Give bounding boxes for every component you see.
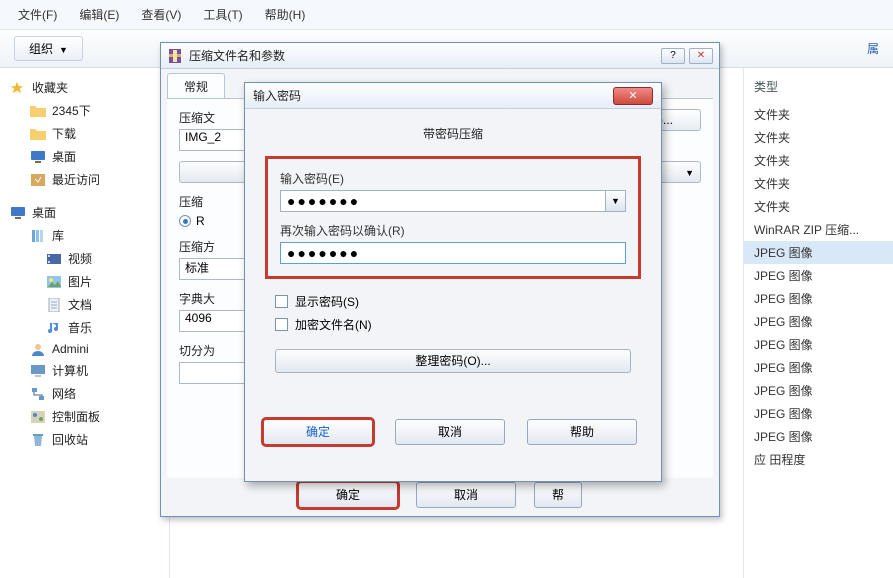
- organize-button[interactable]: 组织▼: [14, 36, 83, 61]
- desktop-icon: [30, 150, 46, 164]
- sidebar-item-desktop[interactable]: 桌面: [6, 145, 163, 168]
- type-cell[interactable]: 文件夹: [744, 149, 893, 172]
- folder-icon: [30, 104, 46, 118]
- network-icon: [30, 387, 46, 401]
- ok-button[interactable]: 确定: [298, 482, 398, 508]
- sidebar-item-recycle[interactable]: 回收站: [6, 428, 163, 451]
- type-cell[interactable]: 文件夹: [744, 172, 893, 195]
- menu-edit[interactable]: 编辑(E): [79, 6, 119, 23]
- type-cell[interactable]: JPEG 图像: [744, 310, 893, 333]
- encrypt-names-checkbox[interactable]: 加密文件名(N): [275, 316, 641, 333]
- dialog-title: 压缩文件名和参数: [189, 47, 655, 64]
- picture-icon: [46, 275, 62, 289]
- sidebar-item-videos[interactable]: 视频: [6, 247, 163, 270]
- type-cell[interactable]: 文件夹: [744, 195, 893, 218]
- cancel-button[interactable]: 取消: [395, 419, 505, 445]
- type-column-header[interactable]: 类型: [744, 74, 893, 103]
- checkbox-label: 加密文件名(N): [295, 316, 372, 333]
- folder-icon: [30, 127, 46, 141]
- user-icon: [30, 342, 46, 356]
- dialog-title: 输入密码: [253, 87, 613, 104]
- password-label: 输入密码(E): [280, 170, 626, 187]
- close-button[interactable]: ✕: [689, 48, 713, 64]
- password-dialog: 输入密码 ✕ 带密码压缩 输入密码(E) ●●●●●●● ▼ 再次输入密码以确认…: [244, 82, 662, 482]
- split-combo[interactable]: [179, 362, 251, 384]
- type-cell[interactable]: JPEG 图像: [744, 379, 893, 402]
- level-combo[interactable]: 标准: [179, 258, 251, 280]
- checkbox-icon: [275, 318, 288, 331]
- sidebar-item-pictures[interactable]: 图片: [6, 270, 163, 293]
- archive-name-input[interactable]: IMG_2: [179, 129, 249, 151]
- star-icon: [10, 81, 26, 95]
- help-button[interactable]: ?: [661, 48, 685, 64]
- type-cell[interactable]: 文件夹: [744, 103, 893, 126]
- details-type-column: 类型 文件夹文件夹文件夹文件夹文件夹WinRAR ZIP 压缩...JPEG 图…: [743, 68, 893, 578]
- sidebar-item-control[interactable]: 控制面板: [6, 405, 163, 428]
- menu-help[interactable]: 帮助(H): [265, 6, 306, 23]
- favorites-header[interactable]: 收藏夹: [6, 76, 163, 99]
- sidebar-item-downloads[interactable]: 下载: [6, 122, 163, 145]
- type-cell[interactable]: JPEG 图像: [744, 264, 893, 287]
- checkbox-icon: [275, 295, 288, 308]
- checkbox-label: 显示密码(S): [295, 293, 359, 310]
- document-icon: [46, 298, 62, 312]
- sidebar-item-computer[interactable]: 计算机: [6, 359, 163, 382]
- type-cell[interactable]: JPEG 图像: [744, 287, 893, 310]
- music-icon: [46, 321, 62, 335]
- sidebar-item-recent[interactable]: 最近访问: [6, 168, 163, 191]
- type-cell[interactable]: JPEG 图像: [744, 425, 893, 448]
- library-header[interactable]: 库: [6, 224, 163, 247]
- attributes-label: 属: [867, 40, 879, 57]
- confirm-password-label: 再次输入密码以确认(R): [280, 222, 626, 239]
- help-button[interactable]: 帮助: [527, 419, 637, 445]
- dialog-titlebar[interactable]: 压缩文件名和参数 ? ✕: [161, 43, 719, 69]
- menu-file[interactable]: 文件(F): [18, 6, 57, 23]
- sidebar-item-music[interactable]: 音乐: [6, 316, 163, 339]
- tab-general[interactable]: 常规: [167, 73, 225, 98]
- type-cell[interactable]: JPEG 图像: [744, 356, 893, 379]
- show-password-checkbox[interactable]: 显示密码(S): [275, 293, 641, 310]
- dict-combo[interactable]: 4096: [179, 310, 251, 332]
- menubar: 文件(F) 编辑(E) 查看(V) 工具(T) 帮助(H): [0, 0, 893, 30]
- confirm-password-input[interactable]: ●●●●●●●: [280, 242, 626, 264]
- sidebar-item-docs[interactable]: 文档: [6, 293, 163, 316]
- close-button[interactable]: ✕: [613, 87, 653, 105]
- winrar-icon: [167, 48, 183, 64]
- password-input[interactable]: ●●●●●●●: [280, 190, 606, 212]
- password-dropdown-button[interactable]: ▼: [606, 190, 626, 212]
- recycle-icon: [30, 433, 46, 447]
- password-highlight-box: 输入密码(E) ●●●●●●● ▼ 再次输入密码以确认(R) ●●●●●●●: [265, 156, 641, 279]
- recent-icon: [30, 173, 46, 187]
- help-button[interactable]: 帮: [534, 482, 582, 508]
- menu-tools[interactable]: 工具(T): [203, 6, 242, 23]
- radio-label: R: [196, 214, 205, 228]
- control-panel-icon: [30, 410, 46, 424]
- sidebar: 收藏夹 2345下 下载 桌面 最近访问 桌面 库 视频 图片 文档 音乐 Ad…: [0, 68, 170, 578]
- desktop-header[interactable]: 桌面: [6, 201, 163, 224]
- type-cell[interactable]: JPEG 图像: [744, 333, 893, 356]
- type-cell[interactable]: 应 田程度: [744, 448, 893, 471]
- type-cell[interactable]: 文件夹: [744, 126, 893, 149]
- desktop-icon: [10, 206, 26, 220]
- ok-button[interactable]: 确定: [263, 419, 373, 445]
- dialog-heading: 带密码压缩: [265, 119, 641, 156]
- type-cell[interactable]: JPEG 图像: [744, 241, 893, 264]
- dialog-titlebar[interactable]: 输入密码 ✕: [245, 83, 661, 109]
- computer-icon: [30, 364, 46, 378]
- sidebar-item-2345[interactable]: 2345下: [6, 99, 163, 122]
- organize-passwords-button[interactable]: 整理密码(O)...: [275, 349, 631, 373]
- cancel-button[interactable]: 取消: [416, 482, 516, 508]
- type-cell[interactable]: WinRAR ZIP 压缩...: [744, 218, 893, 241]
- menu-view[interactable]: 查看(V): [141, 6, 181, 23]
- type-cell[interactable]: JPEG 图像: [744, 402, 893, 425]
- sidebar-item-admini[interactable]: Admini: [6, 339, 163, 359]
- library-icon: [30, 229, 46, 243]
- video-icon: [46, 252, 62, 266]
- sidebar-item-network[interactable]: 网络: [6, 382, 163, 405]
